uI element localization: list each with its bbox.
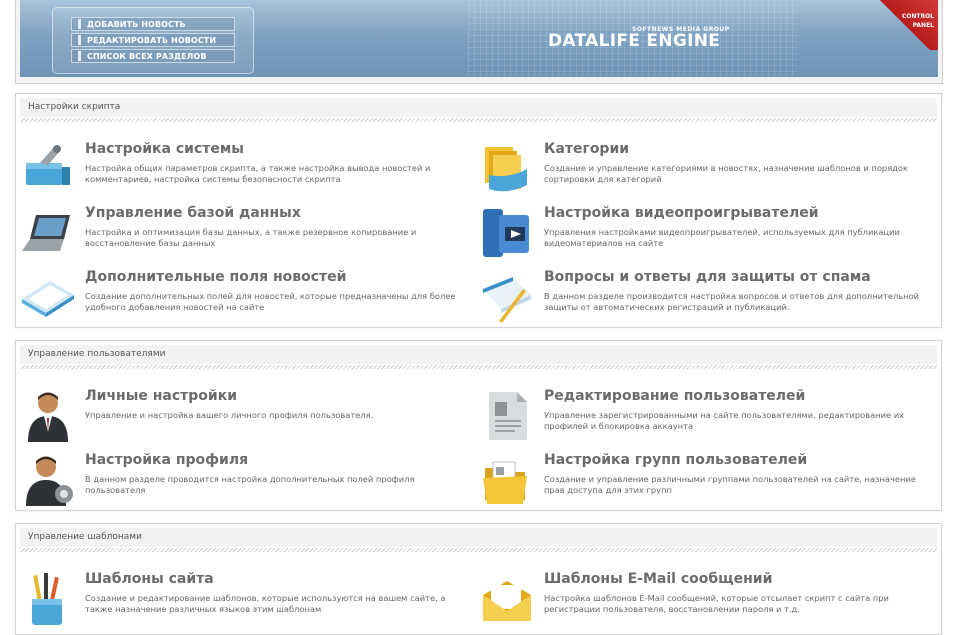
item-video-players[interactable]: Настройка видеопроигрывателей Управления… xyxy=(479,205,939,265)
panel-title: Управление шаблонами xyxy=(20,528,937,547)
menu-edit-news[interactable]: РЕДАКТИРОВАТЬ НОВОСТИ xyxy=(71,33,235,47)
item-spam-questions[interactable]: Вопросы и ответы для защиты от спама В д… xyxy=(479,269,939,329)
item-title: Категории xyxy=(544,141,630,157)
divider xyxy=(20,118,937,122)
item-description: Создание дополнительных полей для новост… xyxy=(85,291,456,312)
user-icon xyxy=(28,392,68,442)
item-profile-settings[interactable]: Настройка профиля В данном разделе прово… xyxy=(20,452,480,512)
item-system-settings[interactable]: Настройка системы Настройка общих параме… xyxy=(20,141,480,201)
item-description: Создание и редактирование шаблонов, кото… xyxy=(85,593,446,614)
item-database[interactable]: Управление базой данных Настройка и опти… xyxy=(20,205,480,265)
corner-label-1: CONTROL xyxy=(901,13,934,20)
logo[interactable]: DATALIFE ENGINE xyxy=(548,31,720,51)
item-title: Шаблоны E-Mail сообщений xyxy=(544,571,773,587)
corner-label-2: PANEL xyxy=(912,22,934,29)
item-description: Создание и управление различными группам… xyxy=(544,474,916,495)
video-player-icon xyxy=(483,209,529,257)
document-icon xyxy=(489,392,527,440)
panel-script-settings: Настройки скрипта Настройка системы Наст… xyxy=(15,93,942,328)
item-site-templates[interactable]: Шаблоны сайта Создание и редактирование … xyxy=(20,571,480,631)
menu-add-news-label: ДОБАВИТЬ НОВОСТЬ xyxy=(87,20,186,29)
bullet-icon xyxy=(78,51,81,61)
item-description: Настройка и оптимизация базы данных, а т… xyxy=(85,227,417,248)
item-description: Управление зарегистрированными на сайте … xyxy=(544,410,905,431)
divider xyxy=(20,548,937,552)
item-description: Управление и настройка вашего личного пр… xyxy=(85,410,374,420)
folder-icon xyxy=(483,461,527,504)
menu-all-sections[interactable]: СПИСОК ВСЕХ РАЗДЕЛОВ xyxy=(71,49,235,63)
item-title: Вопросы и ответы для защиты от спама xyxy=(544,269,871,285)
item-extra-fields[interactable]: Дополнительные поля новостей Создание до… xyxy=(20,269,480,329)
menu-edit-news-label: РЕДАКТИРОВАТЬ НОВОСТИ xyxy=(87,36,217,45)
laptop-icon xyxy=(22,215,70,251)
panel-title: Настройки скрипта xyxy=(20,98,937,117)
item-title: Редактирование пользователей xyxy=(544,388,806,404)
item-description: Настройка общих параметров скрипта, а та… xyxy=(85,163,431,184)
item-personal-settings[interactable]: Личные настройки Управление и настройка … xyxy=(20,388,480,448)
panel-templates: Управление шаблонами Шаблоны сайта Созда… xyxy=(15,523,942,635)
item-title: Настройка видеопроигрывателей xyxy=(544,205,819,221)
bullet-icon xyxy=(78,35,81,45)
pencils-icon xyxy=(32,573,62,625)
item-description: Настройка шаблонов E-Mail сообщений, кот… xyxy=(544,593,889,614)
panel-title: Управление пользователями xyxy=(20,345,937,364)
notepad-pen-icon xyxy=(483,277,531,323)
header-banner: ДОБАВИТЬ НОВОСТЬ РЕДАКТИРОВАТЬ НОВОСТИ С… xyxy=(20,0,938,77)
item-title: Настройка групп пользователей xyxy=(544,452,808,468)
item-title: Личные настройки xyxy=(85,388,238,404)
user-settings-icon xyxy=(26,456,73,506)
item-title: Шаблоны сайта xyxy=(85,571,214,587)
folders-icon xyxy=(485,147,527,192)
item-title: Управление базой данных xyxy=(85,205,301,221)
item-description: В данном разделе проводится настройка до… xyxy=(85,474,415,495)
menu-add-news[interactable]: ДОБАВИТЬ НОВОСТЬ xyxy=(71,17,235,31)
envelope-icon xyxy=(483,581,531,621)
item-user-groups[interactable]: Настройка групп пользователей Создание и… xyxy=(479,452,939,512)
header: ДОБАВИТЬ НОВОСТЬ РЕДАКТИРОВАТЬ НОВОСТИ С… xyxy=(15,0,943,84)
item-edit-users[interactable]: Редактирование пользователей Управление … xyxy=(479,388,939,448)
divider xyxy=(20,365,937,369)
item-email-templates[interactable]: Шаблоны E-Mail сообщений Настройка шабло… xyxy=(479,571,939,631)
toolbox-icon xyxy=(26,145,70,185)
item-description: В данном разделе производится настройка … xyxy=(544,291,920,312)
item-title: Настройка профиля xyxy=(85,452,249,468)
control-panel-label: CONTROL PANEL xyxy=(890,12,934,30)
tray-icon xyxy=(22,281,74,317)
quick-menu: ДОБАВИТЬ НОВОСТЬ РЕДАКТИРОВАТЬ НОВОСТИ С… xyxy=(52,7,254,74)
item-title: Дополнительные поля новостей xyxy=(85,269,347,285)
item-description: Создание и управление категориями в ново… xyxy=(544,163,909,184)
panel-users: Управление пользователями Личные настрой… xyxy=(15,340,942,511)
bullet-icon xyxy=(78,19,81,29)
menu-all-sections-label: СПИСОК ВСЕХ РАЗДЕЛОВ xyxy=(87,52,207,61)
item-categories[interactable]: Категории Создание и управление категори… xyxy=(479,141,939,201)
item-title: Настройка системы xyxy=(85,141,244,157)
item-description: Управления настройками видеопроигрывател… xyxy=(544,227,900,248)
